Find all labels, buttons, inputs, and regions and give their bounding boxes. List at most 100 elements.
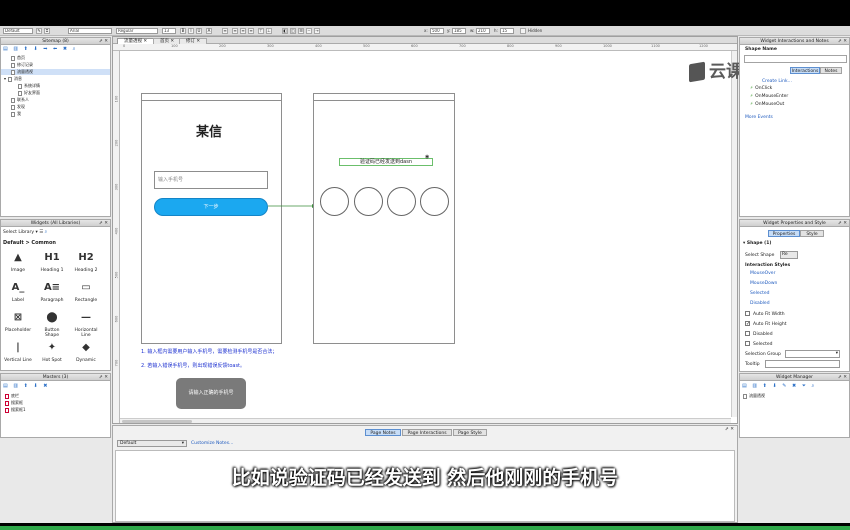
menu-icon[interactable]: ☰ xyxy=(39,230,43,235)
sitemap-item[interactable]: ▾ 消息 xyxy=(1,76,110,82)
vertical-scrollbar[interactable] xyxy=(731,51,737,417)
add-state-icon[interactable]: ▤ xyxy=(742,383,749,389)
add-folder-icon[interactable]: ▥ xyxy=(13,383,20,389)
move-up-icon[interactable]: ⬆ xyxy=(24,46,30,52)
widget-image[interactable]: ▲ Image xyxy=(3,248,33,278)
disabled-checkbox[interactable] xyxy=(745,331,750,336)
widget-placeholder[interactable]: ⊠ Placeholder xyxy=(3,308,33,338)
delete-page-icon[interactable]: ✖ xyxy=(63,46,69,52)
disabled-row[interactable]: Disabled xyxy=(745,331,773,337)
event-item[interactable]: ⚡ OnClick xyxy=(750,86,772,91)
sitemap-tools[interactable]: ▤ ▥ ⬆ ⬇ ➡ ⬅ ✖ ⌕ xyxy=(3,46,103,54)
align-top-icon[interactable]: ⊤ xyxy=(258,28,264,34)
panel-close-icon[interactable]: ⇗ ✕ xyxy=(838,220,847,227)
widget-hot-spot[interactable]: ✦ Hot Spot xyxy=(37,338,67,368)
panel-close-icon[interactable]: ⇗ ✕ xyxy=(838,374,847,381)
format-painter-icon[interactable]: ⌗ xyxy=(44,28,50,34)
event-item[interactable]: ⚡ OnMouseEnter xyxy=(750,94,788,99)
line-style-icon[interactable]: ┄ xyxy=(306,28,312,34)
move-down-icon[interactable]: ⬇ xyxy=(33,383,39,389)
sitemap-item[interactable]: 我 xyxy=(1,111,110,117)
search-icon[interactable]: ⌕ xyxy=(45,230,48,235)
style-edit-icon[interactable]: ✎ xyxy=(36,28,42,34)
font-weight-select[interactable]: Regular xyxy=(116,28,158,34)
widget-rectangle[interactable]: ▭ Rectangle xyxy=(71,278,101,308)
bullet-list-icon[interactable]: ≡ xyxy=(222,28,228,34)
horizontal-scroll-thumb[interactable] xyxy=(122,420,192,423)
h-field[interactable]: 15 xyxy=(500,28,514,34)
line-color-icon[interactable]: ◫ xyxy=(290,28,296,34)
add-page-icon[interactable]: ▤ xyxy=(3,46,10,52)
add-master-icon[interactable]: ▤ xyxy=(3,383,10,389)
video-progress-track[interactable] xyxy=(0,526,850,530)
selection-handle-icon[interactable]: ◉ xyxy=(425,154,429,160)
selected-row[interactable]: Selected xyxy=(745,341,773,347)
phone-frame-verify[interactable] xyxy=(313,93,455,344)
tab-page-interactions[interactable]: Page Interactions xyxy=(402,429,452,436)
align-right-icon[interactable]: ≡ xyxy=(248,28,254,34)
widget-horizontal-line[interactable]: — Horizontal Line xyxy=(71,308,101,338)
code-circle-2[interactable] xyxy=(354,187,383,216)
shape-name-input[interactable] xyxy=(744,55,847,63)
more-events-link[interactable]: More Events xyxy=(745,115,773,120)
create-link[interactable]: Create Link... xyxy=(762,79,792,84)
tooltip-input[interactable] xyxy=(765,360,840,368)
bold-icon[interactable]: B xyxy=(180,28,186,34)
move-up-icon[interactable]: ⬆ xyxy=(763,383,769,389)
code-circle-3[interactable] xyxy=(387,187,416,216)
auto-fit-height-row[interactable]: Auto Fit Height xyxy=(745,321,786,327)
error-toast[interactable]: 请输入正确的手机号 xyxy=(176,378,246,409)
widget-manager-item[interactable]: 流量透视 xyxy=(743,393,765,399)
line-width-icon[interactable]: ☰ xyxy=(298,28,304,34)
style-select[interactable]: Default xyxy=(3,28,33,34)
auto-fit-width-row[interactable]: Auto Fit Width xyxy=(745,311,785,317)
code-circle-4[interactable] xyxy=(420,187,449,216)
move-down-icon[interactable]: ⬇ xyxy=(33,46,39,52)
font-color-icon[interactable]: A xyxy=(206,28,212,34)
sitemap-item[interactable]: 好友界面 xyxy=(1,90,110,96)
sitemap-item[interactable]: 修订记录 xyxy=(1,62,110,68)
delete-master-icon[interactable]: ✖ xyxy=(43,383,49,389)
filter-icon[interactable]: ⏷ xyxy=(802,383,808,389)
duplicate-icon[interactable]: ▥ xyxy=(752,383,759,389)
y-field[interactable]: 185 xyxy=(452,28,466,34)
design-canvas[interactable]: 流量透视 ✕ 首页 ✕ 修订 ✕ 0 100 200 300 400 500 600 700 8… xyxy=(112,36,738,424)
notes-set-dropdown[interactable]: Default ▾ xyxy=(117,440,187,447)
w-field[interactable]: 210 xyxy=(476,28,490,34)
edit-icon[interactable]: ✎ xyxy=(782,383,788,389)
auto-fit-height-checkbox[interactable] xyxy=(745,321,750,326)
font-select[interactable]: Arial xyxy=(68,28,112,34)
font-size-select[interactable]: 13 xyxy=(162,28,176,34)
x-field[interactable]: 500 xyxy=(430,28,444,34)
master-item[interactable]: 搜索框 xyxy=(1,400,23,406)
widget-manager-tools[interactable]: ▤ ▥ ⬆ ⬇ ✎ ✖ ⏷ ⌕ xyxy=(742,383,816,389)
align-center-icon[interactable]: ≡ xyxy=(240,28,246,34)
italic-icon[interactable]: I xyxy=(188,28,194,34)
panel-close-icon[interactable]: ⇗ ✕ xyxy=(99,220,108,227)
select-shape-dropdown[interactable]: Re xyxy=(780,251,798,259)
align-middle-icon[interactable]: ⊥ xyxy=(266,28,272,34)
verify-sent-text[interactable]: 验证码已经发送到dasn xyxy=(339,158,433,166)
hidden-checkbox[interactable] xyxy=(520,28,526,34)
tab-style[interactable]: Style xyxy=(800,230,824,237)
widget-paragraph[interactable]: A≡ Paragraph xyxy=(37,278,67,308)
delete-icon[interactable]: ✖ xyxy=(792,383,798,389)
tab-interactions[interactable]: Interactions xyxy=(790,67,820,74)
sitemap-item[interactable]: 发现 xyxy=(1,104,110,110)
event-item[interactable]: ⚡ OnMouseOut xyxy=(750,102,784,107)
horizontal-scrollbar[interactable] xyxy=(120,418,731,423)
sitemap-item[interactable]: 联系人 xyxy=(1,97,110,103)
panel-close-icon[interactable]: ⇗ ✕ xyxy=(99,374,108,381)
interaction-style-link[interactable]: Disabled xyxy=(750,301,770,306)
next-step-button[interactable]: 下一步 xyxy=(154,198,268,216)
phone-number-input[interactable]: 输入手机号 xyxy=(154,171,268,189)
customize-notes-link[interactable]: Customize Notes... xyxy=(191,441,233,446)
widget-button-shape[interactable]: ⬤ Button Shape xyxy=(37,308,67,338)
interaction-style-link[interactable]: MouseOver xyxy=(750,271,775,276)
tab-page-notes[interactable]: Page Notes xyxy=(365,429,401,436)
selection-group-dropdown[interactable]: ▾ xyxy=(785,350,840,358)
indent-icon[interactable]: ➡ xyxy=(43,46,49,52)
search-icon[interactable]: ⌕ xyxy=(811,383,816,389)
code-circle-1[interactable] xyxy=(320,187,349,216)
select-library-dropdown[interactable]: Select Library ▾ ☰ ⌕ xyxy=(3,229,47,235)
